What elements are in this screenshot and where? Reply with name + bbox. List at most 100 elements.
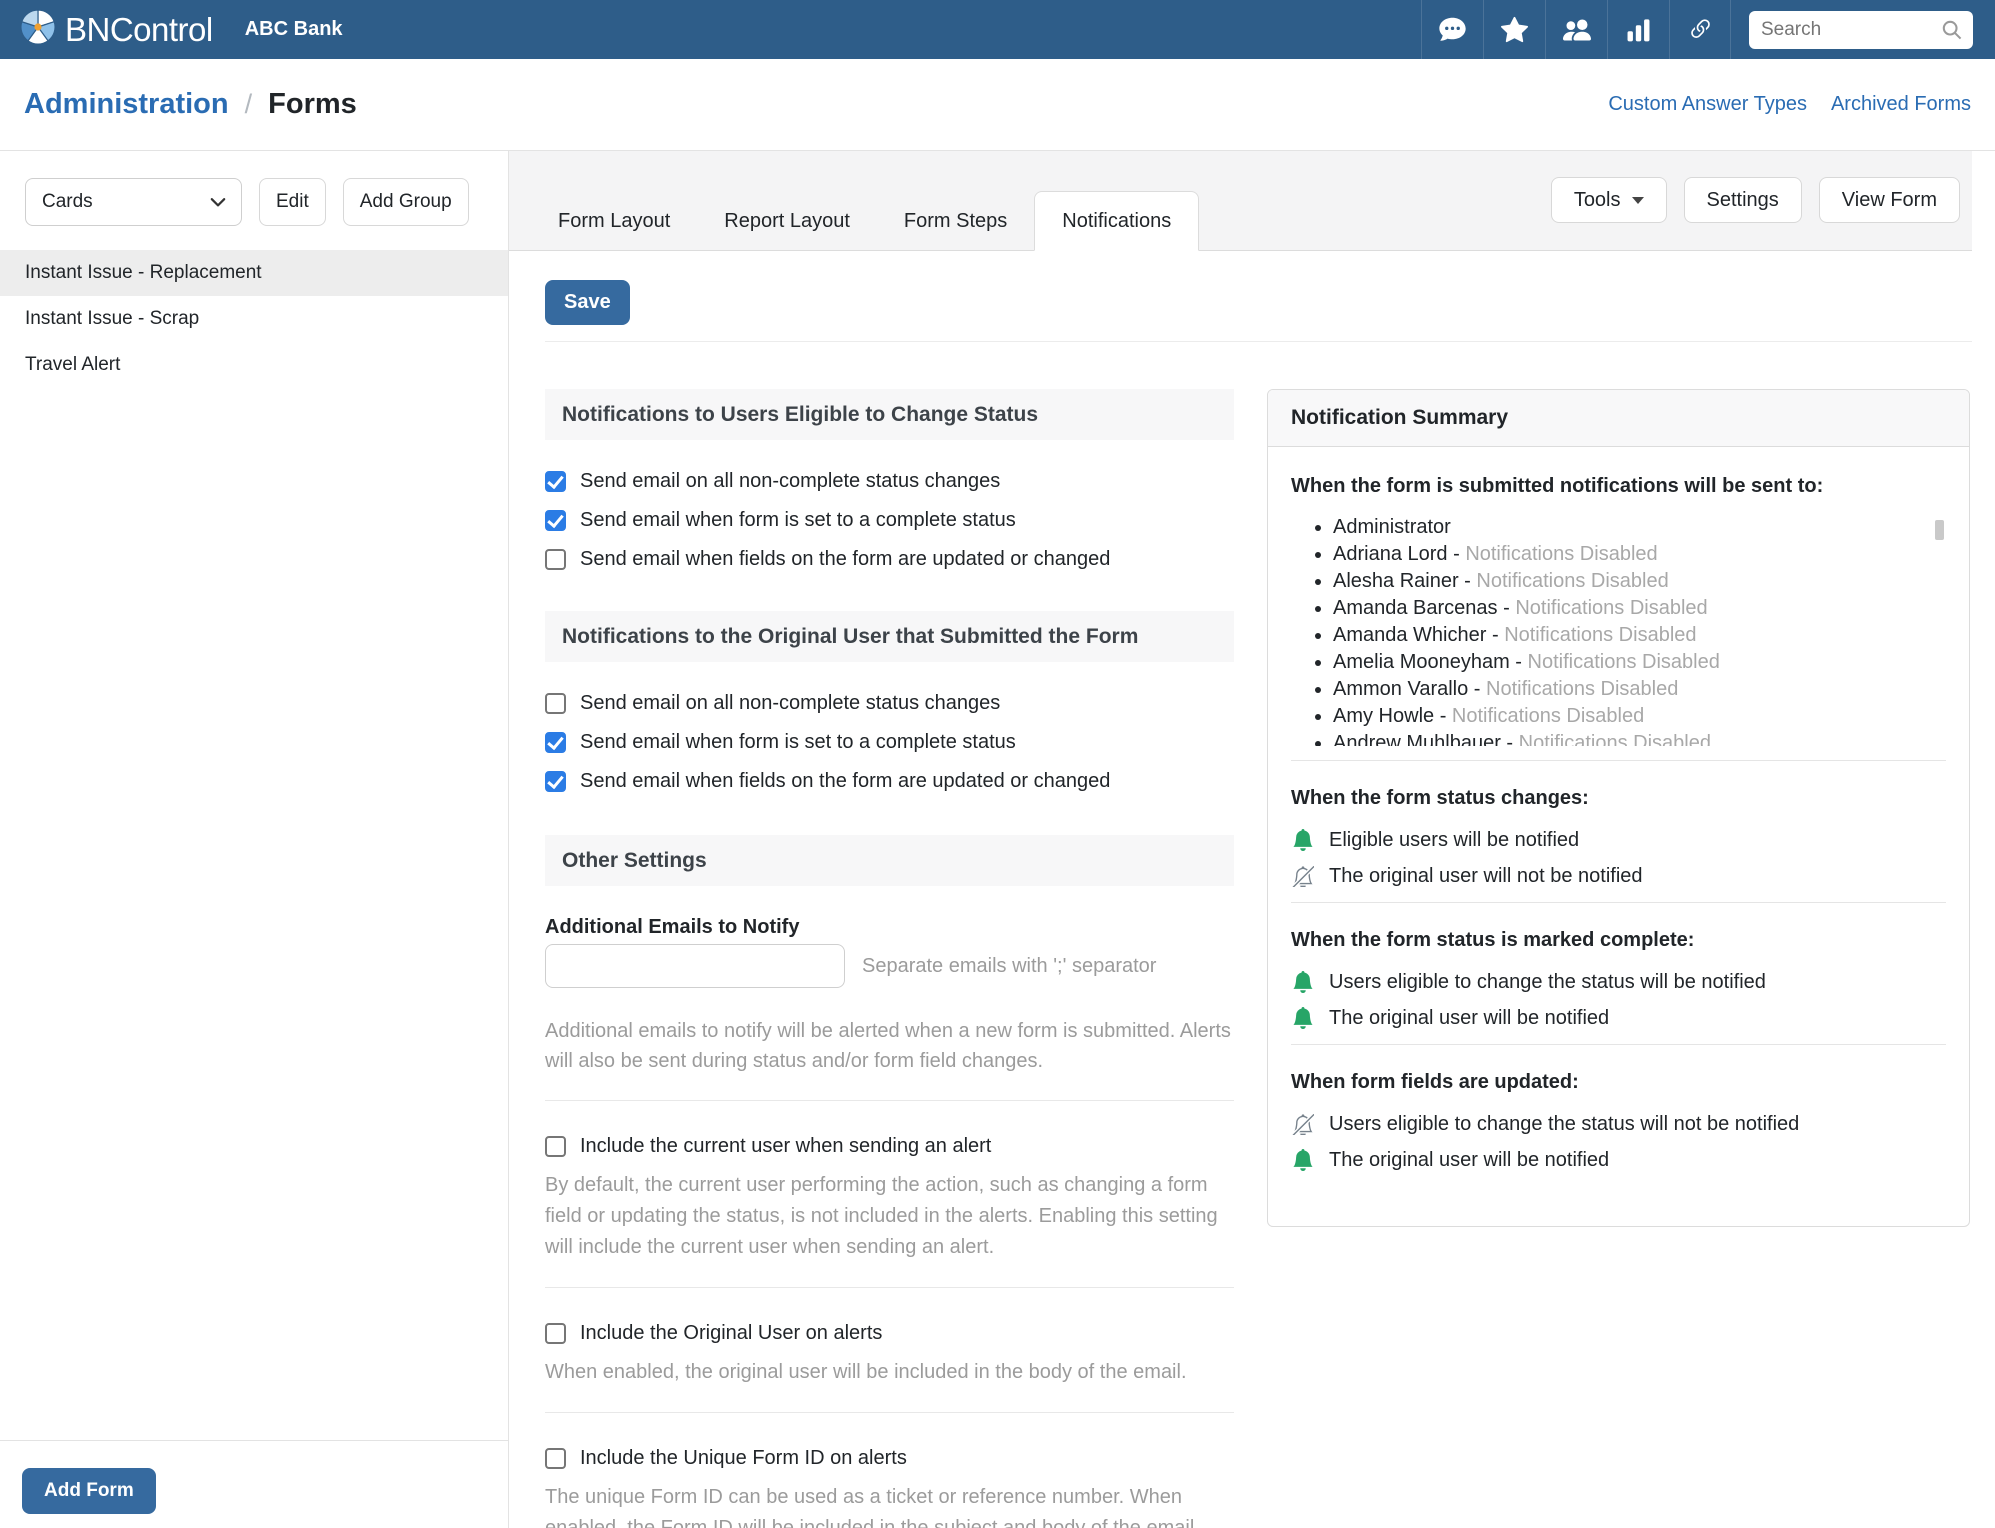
bell-icon (1291, 1006, 1315, 1030)
tab-form-steps[interactable]: Form Steps (877, 191, 1034, 251)
checkbox-row[interactable]: Include the Unique Form ID on alerts (545, 1447, 1234, 1470)
recipient-item: Amelia Mooneyham - Notifications Disable… (1333, 649, 1946, 676)
page-title: Forms (268, 88, 357, 121)
tab-report-layout[interactable]: Report Layout (697, 191, 877, 251)
save-button[interactable]: Save (545, 280, 630, 325)
chevron-down-icon (209, 193, 227, 211)
checkbox-row[interactable]: Send email when fields on the form are u… (545, 548, 1234, 571)
navbar-icon-group (1421, 0, 1731, 59)
checkbox[interactable] (545, 1323, 566, 1344)
section-header-other-settings: Other Settings (545, 835, 1234, 886)
tab-notifications[interactable]: Notifications (1034, 191, 1199, 251)
section-header-original-user: Notifications to the Original User that … (545, 611, 1234, 662)
recipient-item: Ammon Varallo - Notifications Disabled (1333, 676, 1946, 703)
bell-icon (1291, 828, 1315, 852)
custom-answer-types-link[interactable]: Custom Answer Types (1608, 93, 1807, 116)
brand[interactable]: BNControl (20, 9, 213, 50)
organization-name: ABC Bank (245, 18, 343, 41)
sidebar-footer: Add Form (0, 1440, 508, 1528)
sidebar-item-instant-issue-replacement[interactable]: Instant Issue - Replacement (0, 250, 508, 296)
checkbox[interactable] (545, 1136, 566, 1157)
notifications-tab-content: Save Notifications to Users Eligible to … (509, 251, 1995, 1528)
checkbox-row[interactable]: Send email on all non-complete status ch… (545, 470, 1234, 493)
checkbox-row[interactable]: Send email when form is set to a complet… (545, 731, 1234, 754)
toggle-help-text: When enabled, the original user will be … (545, 1357, 1234, 1388)
breadcrumb-administration-link[interactable]: Administration (24, 88, 229, 121)
additional-emails-label: Additional Emails to Notify (545, 916, 1234, 939)
checkbox-row[interactable]: Include the current user when sending an… (545, 1135, 1234, 1158)
divider (545, 341, 1972, 342)
breadcrumb-separator: / (245, 89, 253, 120)
checkbox[interactable] (545, 510, 566, 531)
bell-slash-icon (1291, 864, 1315, 888)
archived-forms-link[interactable]: Archived Forms (1831, 93, 1971, 116)
search-input[interactable] (1761, 19, 1941, 41)
breadcrumb: Administration / Forms Custom Answer Typ… (0, 59, 1995, 151)
checkbox[interactable] (545, 693, 566, 714)
form-list: Instant Issue - Replacement Instant Issu… (0, 250, 508, 388)
recipient-item: Andrew Muhlbauer - Notifications Disable… (1333, 730, 1946, 746)
checkbox[interactable] (545, 549, 566, 570)
divider (545, 1100, 1234, 1101)
forms-sidebar: Cards Edit Add Group Instant Issue - Rep… (0, 151, 509, 1528)
bar-chart-icon[interactable] (1607, 0, 1669, 59)
marked-complete-header: When the form status is marked complete: (1291, 929, 1946, 952)
fields-updated-header: When form fields are updated: (1291, 1071, 1946, 1094)
checkbox[interactable] (545, 471, 566, 492)
tab-form-layout[interactable]: Form Layout (531, 191, 697, 251)
notification-summary-panel: Notification Summary When the form is su… (1267, 389, 1970, 1227)
recipient-item: Amy Howle - Notifications Disabled (1333, 703, 1946, 730)
search-icon[interactable] (1941, 19, 1963, 41)
emails-help-text: Additional emails to notify will be aler… (545, 1016, 1234, 1076)
submitted-header: When the form is submitted notifications… (1291, 475, 1946, 498)
bell-icon (1291, 970, 1315, 994)
brand-name: BNControl (65, 11, 213, 49)
checkbox-row[interactable]: Send email when form is set to a complet… (545, 509, 1234, 532)
notification-rule-row: Eligible users will be notified (1291, 828, 1946, 852)
chat-icon[interactable] (1421, 0, 1483, 59)
panel-title: Notification Summary (1268, 390, 1969, 447)
additional-emails-input[interactable] (545, 944, 845, 988)
add-form-button[interactable]: Add Form (22, 1468, 156, 1514)
emails-separator-hint: Separate emails with ';' separator (862, 955, 1156, 978)
recipient-item: Adriana Lord - Notifications Disabled (1333, 541, 1946, 568)
notification-rule-row: The original user will be notified (1291, 1148, 1946, 1172)
bell-slash-icon (1291, 1112, 1315, 1136)
divider (545, 1287, 1234, 1288)
recipient-list: Administrator Adriana Lord - Notificatio… (1291, 514, 1946, 746)
section-header-eligible-users: Notifications to Users Eligible to Chang… (545, 389, 1234, 440)
list-scrollbar[interactable] (1935, 520, 1944, 540)
settings-button[interactable]: Settings (1684, 177, 1802, 223)
checkbox[interactable] (545, 1448, 566, 1469)
top-navbar: BNControl ABC Bank (0, 0, 1995, 59)
divider (1291, 760, 1946, 761)
checkbox-row[interactable]: Send email when fields on the form are u… (545, 770, 1234, 793)
tools-button[interactable]: Tools (1551, 177, 1667, 223)
notification-rule-row: Users eligible to change the status will… (1291, 1112, 1946, 1136)
view-form-button[interactable]: View Form (1819, 177, 1960, 223)
checkbox-row[interactable]: Include the Original User on alerts (545, 1322, 1234, 1345)
recipient-item: Amanda Whicher - Notifications Disabled (1333, 622, 1946, 649)
form-tabbar: Form Layout Report Layout Form Steps Not… (509, 151, 1972, 251)
group-select-value: Cards (42, 191, 93, 213)
link-icon[interactable] (1669, 0, 1731, 59)
toggle-help-text: The unique Form ID can be used as a tick… (545, 1482, 1234, 1528)
add-group-button[interactable]: Add Group (343, 178, 469, 226)
checkbox[interactable] (545, 732, 566, 753)
caret-down-icon (1632, 197, 1644, 204)
users-icon[interactable] (1545, 0, 1607, 59)
checkbox-row[interactable]: Send email on all non-complete status ch… (545, 692, 1234, 715)
checkbox[interactable] (545, 771, 566, 792)
star-icon[interactable] (1483, 0, 1545, 59)
sidebar-item-instant-issue-scrap[interactable]: Instant Issue - Scrap (0, 296, 508, 342)
recipient-item: Amanda Barcenas - Notifications Disabled (1333, 595, 1946, 622)
recipient-item: Administrator (1333, 514, 1946, 541)
notification-rule-row: The original user will be notified (1291, 1006, 1946, 1030)
status-changes-header: When the form status changes: (1291, 787, 1946, 810)
bell-icon (1291, 1148, 1315, 1172)
divider (1291, 902, 1946, 903)
divider (1291, 1044, 1946, 1045)
sidebar-item-travel-alert[interactable]: Travel Alert (0, 342, 508, 388)
group-select[interactable]: Cards (25, 178, 242, 226)
edit-button[interactable]: Edit (259, 178, 326, 226)
